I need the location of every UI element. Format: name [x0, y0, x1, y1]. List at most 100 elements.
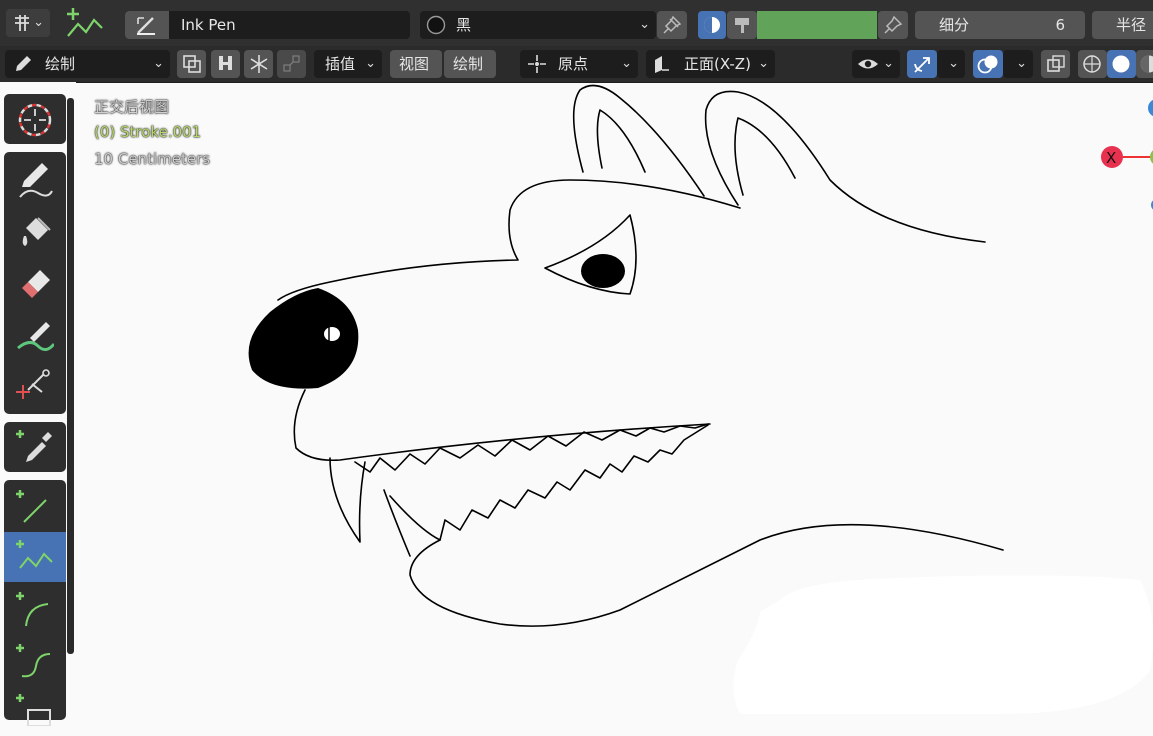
material-color-icon — [702, 15, 722, 35]
xray-button[interactable] — [1041, 50, 1070, 78]
origin-selector[interactable]: 原点 ⌄ — [520, 50, 638, 78]
subdivide-label: 细分 — [939, 11, 969, 39]
radius-label: 半径 — [1116, 11, 1146, 39]
left-ear-inner-stroke — [597, 110, 645, 172]
cutter-tool[interactable] — [4, 360, 66, 410]
pin-material-button[interactable] — [657, 11, 687, 39]
draw-label: 绘制 — [453, 50, 483, 78]
wireframe-sphere-icon — [1082, 54, 1102, 74]
freeze-button[interactable] — [244, 50, 273, 78]
multiframe-button[interactable] — [177, 50, 206, 78]
editor-type-button[interactable]: ⌄ — [6, 9, 50, 37]
toolbar-scrollbar[interactable] — [67, 98, 74, 654]
polyline-tool[interactable] — [4, 532, 66, 582]
origin-label: 原点 — [558, 50, 588, 78]
pin-icon — [883, 15, 903, 35]
material-shading-button[interactable] — [1136, 50, 1153, 78]
material-sphere-icon — [1139, 54, 1153, 74]
gizmo-dropdown[interactable]: ⌄ — [937, 50, 965, 78]
guides-icon — [216, 54, 236, 74]
mode-selector[interactable]: 绘制 ⌄ — [5, 50, 170, 78]
right-ear-inner-stroke — [735, 118, 795, 195]
brush-icon — [16, 318, 54, 354]
scissors-icon — [14, 368, 54, 404]
solid-shading-button[interactable] — [1107, 50, 1136, 78]
brush-name: Ink Pen — [181, 11, 236, 39]
material-sphere-icon — [426, 15, 446, 35]
plane-label: 正面(X-Z) — [684, 50, 751, 78]
eye-icon — [856, 54, 880, 74]
view-label: 视图 — [399, 50, 429, 78]
right-ear-stroke — [706, 91, 985, 242]
arc-tool[interactable] — [4, 584, 66, 634]
gizmo-icon — [912, 54, 932, 74]
erase-tool[interactable] — [4, 258, 66, 308]
curve-tool[interactable] — [4, 636, 66, 686]
chevron-down-icon: ⌄ — [639, 11, 650, 39]
eraser-icon — [18, 266, 54, 302]
cursor-tool[interactable] — [4, 94, 66, 144]
overlay-dropdown[interactable]: ⌄ — [1003, 50, 1033, 78]
material-selector[interactable]: 黑 ⌄ — [420, 11, 656, 39]
view-menu[interactable]: 视图 — [390, 50, 442, 78]
chevron-down-icon: ⌄ — [365, 50, 376, 78]
line-tool[interactable] — [4, 482, 66, 532]
subdivide-field[interactable]: 细分 6 — [915, 11, 1085, 39]
vertex-paint-icon — [732, 15, 752, 35]
arc-icon — [14, 590, 56, 630]
tint-tool[interactable] — [4, 310, 66, 360]
white-highlight-blob — [733, 575, 1153, 714]
brush-preview-icon — [135, 15, 157, 35]
wireframe-shading-button[interactable] — [1078, 50, 1107, 78]
eyedropper-tool[interactable] — [4, 422, 66, 472]
visibility-menu[interactable]: ⌄ — [852, 50, 900, 78]
chevron-down-icon: ⌄ — [948, 50, 959, 78]
head-top-stroke — [278, 180, 740, 300]
color-mode-button[interactable] — [698, 11, 726, 39]
layers-icon — [182, 54, 202, 74]
gizmo-button[interactable] — [907, 50, 937, 78]
left-ear-stroke — [574, 86, 704, 197]
pin-icon — [662, 15, 682, 35]
material-name: 黑 — [456, 11, 471, 39]
snap-button[interactable] — [277, 50, 306, 78]
vertex-color-button[interactable] — [727, 11, 757, 39]
box-tool[interactable] — [4, 686, 66, 736]
draw-tool[interactable] — [4, 154, 66, 204]
chevron-down-icon: ⌄ — [153, 50, 164, 78]
crosshair-icon — [16, 101, 54, 139]
tool-header: ⌄ Ink Pen 黑 ⌄ 细分 6 半径 — [0, 0, 1153, 46]
curve-icon — [14, 642, 56, 682]
overlay-button[interactable] — [973, 50, 1003, 78]
drawing-canvas[interactable] — [76, 83, 1153, 714]
box-icon — [14, 692, 56, 726]
lower-fang-stroke — [384, 490, 410, 556]
upper-teeth-stroke — [355, 424, 708, 472]
plane-selector[interactable]: 正面(X-Z) ⌄ — [646, 50, 775, 78]
polyline-tool-icon[interactable] — [64, 6, 106, 40]
overlay-icon — [977, 54, 999, 74]
brush-selector[interactable]: Ink Pen — [125, 11, 410, 39]
radius-field[interactable]: 半径 — [1092, 11, 1153, 39]
toolbar-group-cursor — [4, 94, 66, 144]
guides-button[interactable] — [211, 50, 240, 78]
toolbar-group-draw — [4, 152, 66, 414]
viewport-header: 绘制 ⌄ 插值 ⌄ 视图 绘制 原点 ⌄ 正面(X-Z) ⌄ ⌄ ⌄ — [0, 46, 1153, 83]
chevron-down-icon: ⌄ — [758, 50, 769, 78]
pencil-icon — [18, 161, 54, 199]
nose-shape — [249, 288, 359, 389]
toolbar-group-eyedropper — [4, 422, 66, 472]
chevron-down-icon: ⌄ — [621, 50, 632, 78]
chevron-down-icon: ⌄ — [883, 50, 894, 78]
interpolate-menu[interactable]: 插值 ⌄ — [314, 50, 382, 78]
draw-menu[interactable]: 绘制 — [444, 50, 496, 78]
nose-highlight — [324, 327, 340, 341]
lower-teeth-stroke — [390, 425, 708, 540]
interpolate-label: 插值 — [325, 50, 355, 78]
fill-tool[interactable] — [4, 206, 66, 256]
xray-icon — [1046, 54, 1066, 74]
fang-stroke — [330, 458, 365, 542]
pin-color-button[interactable] — [878, 11, 908, 39]
color-swatch[interactable] — [757, 11, 877, 39]
toolbar — [0, 82, 76, 714]
